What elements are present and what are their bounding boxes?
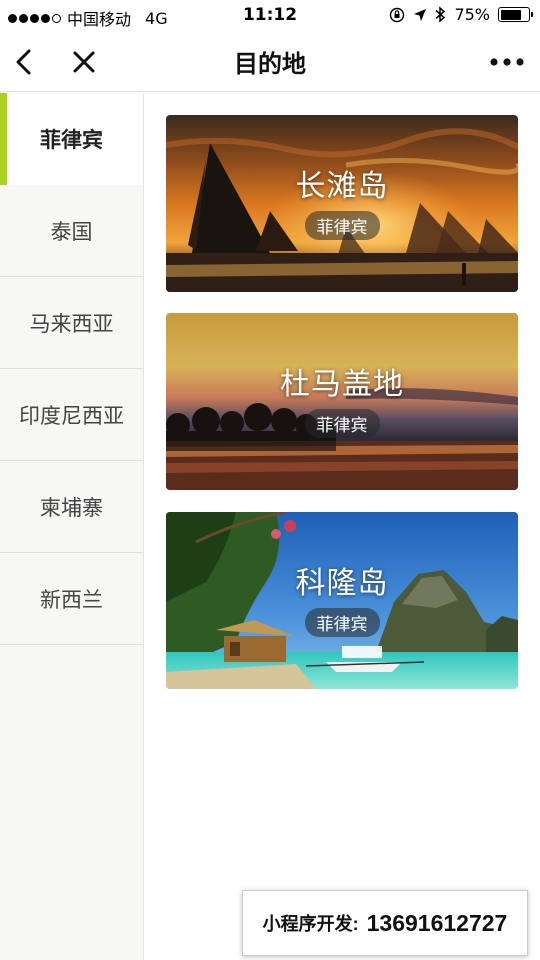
sidebar-item-label: 新西兰 xyxy=(40,587,103,612)
more-dots-icon xyxy=(490,58,524,66)
sidebar-item-new-zealand[interactable]: 新西兰 xyxy=(0,553,143,645)
developer-contact-badge: 小程序开发: 13691612727 xyxy=(242,890,528,956)
battery-percent: 75% xyxy=(454,5,490,24)
country-badge: 菲律宾 xyxy=(304,211,380,240)
promo-label: 小程序开发: xyxy=(262,914,359,934)
sidebar-item-malaysia[interactable]: 马来西亚 xyxy=(0,277,143,369)
country-badge: 菲律宾 xyxy=(304,608,380,637)
battery-icon xyxy=(498,7,533,22)
country-badge: 菲律宾 xyxy=(304,409,380,438)
destination-name: 科隆岛 xyxy=(295,566,389,601)
status-bar: 中国移动 4G 11:12 75% xyxy=(0,0,540,30)
card-label: 科隆岛 菲律宾 xyxy=(166,558,518,637)
sidebar-item-label: 柬埔寨 xyxy=(40,495,103,520)
location-arrow-icon xyxy=(414,8,427,21)
rotation-lock-icon xyxy=(390,7,405,22)
destination-card-boracay[interactable]: 长滩岛 菲律宾 xyxy=(166,115,518,292)
page-title: 目的地 xyxy=(234,50,306,78)
bluetooth-icon xyxy=(435,6,446,23)
card-label: 杜马盖地 菲律宾 xyxy=(166,359,518,438)
card-label: 长滩岛 菲律宾 xyxy=(166,161,518,240)
battery-level xyxy=(500,9,521,20)
sidebar-item-thailand[interactable]: 泰国 xyxy=(0,185,143,277)
sidebar-item-cambodia[interactable]: 柬埔寨 xyxy=(0,461,143,553)
sidebar-item-label: 印度尼西亚 xyxy=(19,403,124,428)
status-right: 75% xyxy=(389,5,533,24)
destination-card-coron[interactable]: 科隆岛 菲律宾 xyxy=(166,512,518,689)
destination-name: 长滩岛 xyxy=(295,169,389,204)
sidebar-item-label: 菲律宾 xyxy=(40,128,103,152)
promo-phone: 13691612727 xyxy=(366,909,508,936)
more-button[interactable] xyxy=(482,42,532,82)
destination-name: 杜马盖地 xyxy=(280,367,404,402)
sidebar-item-philippines[interactable]: 菲律宾 xyxy=(0,93,143,185)
sidebar-item-indonesia[interactable]: 印度尼西亚 xyxy=(0,369,143,461)
navigation-bar: 目的地 xyxy=(0,30,540,92)
destination-list: 长滩岛 菲律宾 杜马盖地 菲律宾 科隆岛 菲律宾 xyxy=(144,93,540,960)
destination-card-dumaguete[interactable]: 杜马盖地 菲律宾 xyxy=(166,313,518,490)
sidebar-item-label: 泰国 xyxy=(50,219,93,244)
sidebar-item-label: 马来西亚 xyxy=(29,311,114,336)
country-sidebar: 菲律宾 泰国 马来西亚 印度尼西亚 柬埔寨 新西兰 xyxy=(0,93,144,960)
